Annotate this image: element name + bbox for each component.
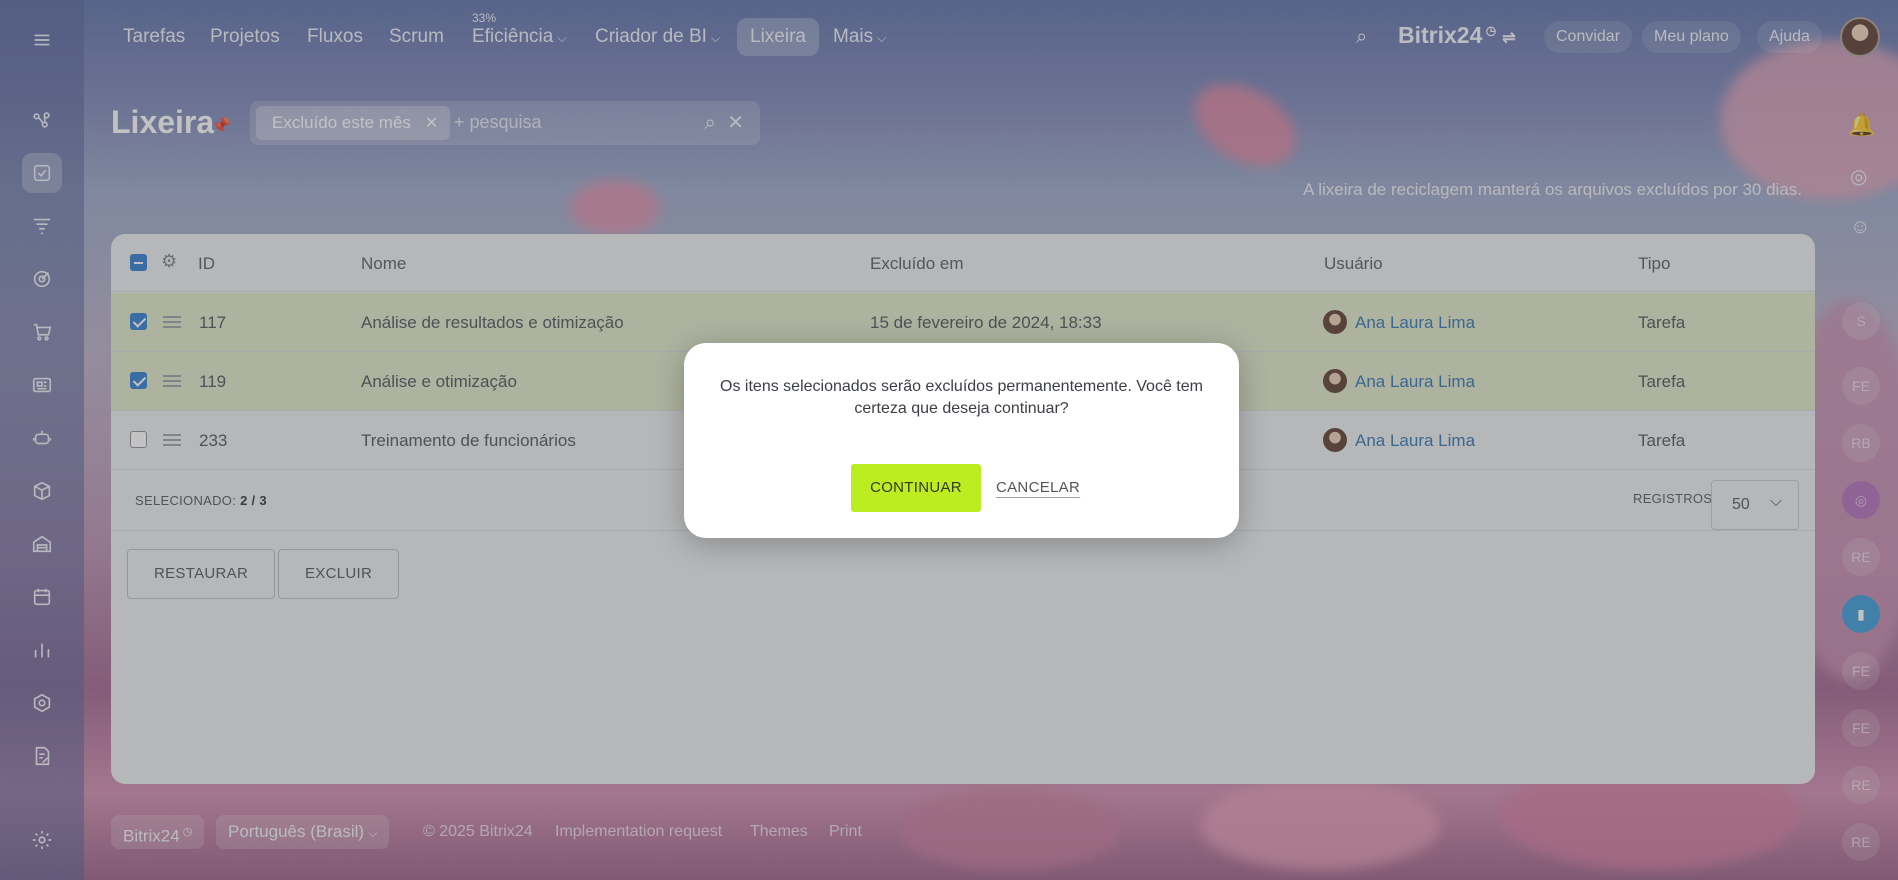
continue-button[interactable]: CONTINUAR [851,464,981,512]
cancel-button[interactable]: CANCELAR [996,479,1081,498]
dialog-message: Os itens selecionados serão excluídos pe… [720,378,1203,417]
confirm-delete-dialog: Os itens selecionados serão excluídos pe… [684,343,1239,538]
